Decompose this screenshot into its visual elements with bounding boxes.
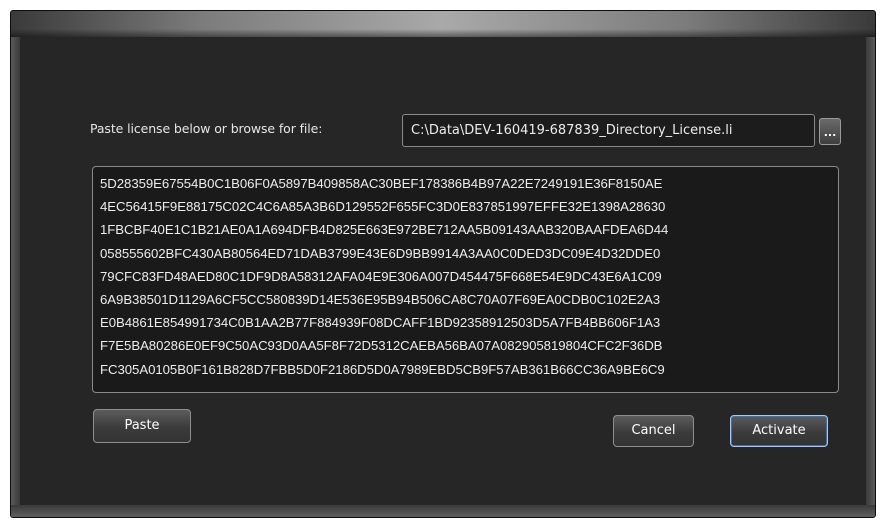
activate-button[interactable]: Activate	[730, 415, 828, 447]
license-text-area[interactable]: 5D28359E67554B0C1B06F0A5897B409858AC30BE…	[92, 166, 839, 393]
license-path-input[interactable]: C:\Data\DEV-160419-687839_Directory_Lice…	[402, 114, 815, 147]
license-path-label: Paste license below or browse for file:	[90, 121, 323, 136]
license-line: F7E5BA80286E0EF9C50AC93D0AA5F8F72D5312CA…	[100, 338, 663, 354]
browse-button[interactable]: ...	[819, 118, 841, 145]
cancel-button[interactable]: Cancel	[613, 415, 694, 447]
license-line: 1FBCBF40E1C1B21AE0A1A694DFB4D825E663E972…	[100, 222, 669, 238]
window-frame-bottom	[11, 505, 875, 517]
paste-button[interactable]: Paste	[93, 409, 191, 443]
license-line: 4EC56415F9E88175C02C4C6A85A3B6D129552F65…	[100, 199, 666, 215]
window-frame-left	[11, 37, 20, 517]
license-line: 6A9B38501D1129A6CF5CC580839D14E536E95B94…	[100, 292, 661, 308]
window-frame-right	[866, 37, 875, 517]
title-bar[interactable]	[11, 11, 875, 37]
dialog-content: Paste license below or browse for file: …	[20, 37, 866, 505]
license-line: E0B4861E854991734C0B1AA2B77F884939F08DCA…	[100, 315, 661, 331]
license-line: 79CFC83FD48AED80C1DF9D8A58312AFA04E9E306…	[100, 268, 662, 284]
license-line: FC305A0105B0F161B828D7FBB5D0F2186D5D0A79…	[100, 361, 665, 377]
license-dialog: Paste license below or browse for file: …	[10, 10, 876, 518]
license-line: 5D28359E67554B0C1B06F0A5897B409858AC30BE…	[100, 176, 663, 191]
license-line: 058555602BFC430AB80564ED71DAB3799E43E6D9…	[100, 245, 661, 261]
